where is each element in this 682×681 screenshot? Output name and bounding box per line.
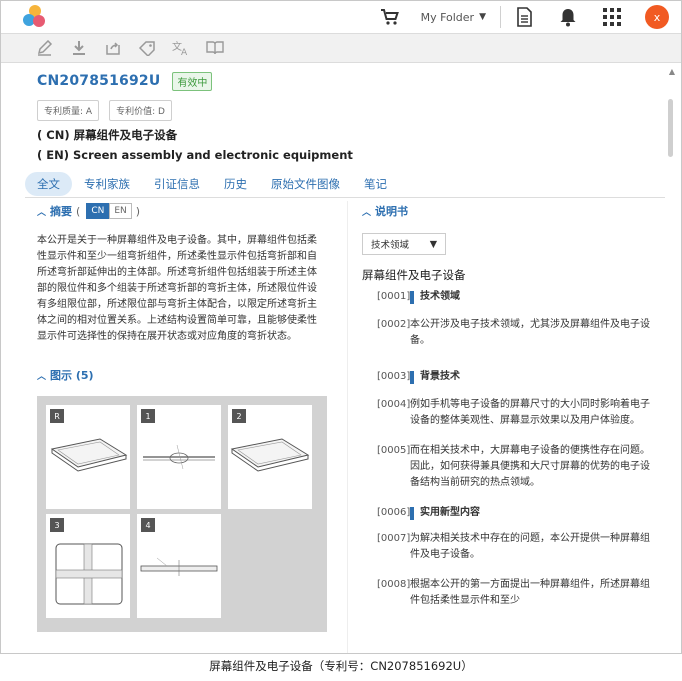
tab-original-images[interactable]: 原始文件图像 bbox=[259, 172, 352, 196]
paragraph-number: [0008] bbox=[377, 579, 411, 590]
translate-icon[interactable]: 文A bbox=[171, 38, 191, 58]
paragraph-number: [0005] bbox=[377, 445, 411, 456]
chevron-down-icon: ▼ bbox=[429, 238, 437, 250]
paragraph-heading: 技术领域 bbox=[420, 291, 460, 302]
chevron-up-icon: ︿ bbox=[37, 371, 47, 382]
paragraph-number: [0004] bbox=[377, 399, 411, 410]
spec-paragraph: [0007] 为解决相关技术中存在的问题，本公开提供一种屏幕组件及电子设备。 bbox=[362, 531, 652, 563]
title-cn: ( CN) 屏幕组件及电子设备 bbox=[37, 128, 178, 142]
spec-paragraph: [0003] 背景技术 bbox=[362, 369, 652, 385]
figure-thumb[interactable]: 2 bbox=[228, 405, 312, 509]
spec-paragraph: [0001] 技术领域 bbox=[362, 289, 652, 305]
my-folder-dropdown[interactable]: My Folder ▼ bbox=[421, 11, 486, 24]
figure-grid: R 1 2 3 4 bbox=[37, 396, 327, 632]
paragraph-heading: 实用新型内容 bbox=[420, 507, 480, 518]
tab-history[interactable]: 历史 bbox=[212, 172, 259, 196]
bell-icon[interactable] bbox=[557, 6, 579, 28]
section-select[interactable]: 技术领域 ▼ bbox=[362, 233, 446, 255]
title-en: ( EN) Screen assembly and electronic equ… bbox=[37, 148, 353, 162]
figure-caption: 屏幕组件及电子设备（专利号：CN207851692U） bbox=[209, 659, 473, 673]
scroll-up-icon[interactable]: ▲ bbox=[669, 67, 675, 76]
paragraph-number: [0003] bbox=[377, 371, 411, 382]
app-window: My Folder ▼ x 文 A CN207851692U 有效中 专利质量:… bbox=[0, 0, 682, 654]
patent-value-chip[interactable]: 专利价值: D bbox=[109, 100, 172, 121]
my-folder-label: My Folder bbox=[420, 10, 475, 24]
chevron-up-icon: ︿ bbox=[362, 207, 372, 218]
chevron-down-icon: ▼ bbox=[479, 12, 486, 22]
lang-cn-button[interactable]: CN bbox=[86, 203, 110, 219]
spec-header[interactable]: ︿ 说明书 bbox=[362, 201, 652, 221]
tab-patent-family[interactable]: 专利家族 bbox=[72, 172, 142, 196]
spec-paragraph: [0004] 例如手机等电子设备的屏幕尺寸的大小同时影响着电子设备的整体美观性、… bbox=[362, 397, 652, 429]
spec-paragraph: [0002] 本公开涉及电子技术领域，尤其涉及屏幕组件及电子设备。 bbox=[362, 317, 652, 349]
section-marker bbox=[410, 290, 414, 304]
patent-number: CN207851692U bbox=[37, 73, 161, 89]
svg-text:A: A bbox=[181, 48, 188, 56]
spec-title: 屏幕组件及电子设备 bbox=[362, 268, 466, 282]
paren-open: ( bbox=[76, 204, 81, 218]
paragraph-text: 而在相关技术中，大屏幕电子设备的便携性存在问题。因此，如何获得兼具便携和大尺寸屏… bbox=[410, 445, 650, 488]
divider bbox=[500, 6, 501, 28]
top-bar: My Folder ▼ x bbox=[1, 1, 681, 34]
tab-bar: 全文 专利家族 引证信息 历史 原始文件图像 笔记 bbox=[25, 170, 665, 198]
left-column: ︿ 摘要 ( CN EN ) 本公开是关于一种屏幕组件及电子设备。其中，屏幕组件… bbox=[37, 201, 329, 632]
paragraph-number: [0007] bbox=[377, 533, 411, 544]
share-icon[interactable] bbox=[103, 38, 123, 58]
pen-icon[interactable] bbox=[35, 38, 55, 58]
tool-strip: 文A bbox=[1, 34, 681, 63]
figure-thumb[interactable]: 3 bbox=[46, 514, 130, 618]
user-avatar[interactable]: x bbox=[645, 5, 669, 29]
paragraph-text: 根据本公开的第一方面提出一种屏幕组件，所述屏幕组件包括柔性显示件和至少 bbox=[410, 579, 650, 606]
spec-paragraph: [0005] 而在相关技术中，大屏幕电子设备的便携性存在问题。因此，如何获得兼具… bbox=[362, 443, 652, 491]
figure-thumb[interactable]: R bbox=[46, 405, 130, 509]
tab-citations[interactable]: 引证信息 bbox=[142, 172, 212, 196]
paragraph-text: 例如手机等电子设备的屏幕尺寸的大小同时影响着电子设备的整体美观性、屏幕显示效果以… bbox=[410, 399, 650, 426]
status-badge: 有效中 bbox=[172, 71, 213, 91]
tab-fulltext[interactable]: 全文 bbox=[25, 171, 72, 196]
download-icon[interactable] bbox=[69, 38, 89, 58]
paren-close: ) bbox=[135, 204, 141, 218]
paragraph-text: 本公开涉及电子技术领域，尤其涉及屏幕组件及电子设备。 bbox=[410, 319, 650, 346]
spec-paragraph: [0008] 根据本公开的第一方面提出一种屏幕组件，所述屏幕组件包括柔性显示件和… bbox=[362, 577, 652, 609]
scrollbar-thumb[interactable] bbox=[668, 99, 673, 157]
right-column: ︿ 说明书 技术领域 ▼ 屏幕组件及电子设备 [0001] 技术领域 [0002… bbox=[362, 201, 652, 609]
paragraph-heading: 背景技术 bbox=[420, 371, 460, 382]
section-marker bbox=[410, 506, 414, 520]
section-marker bbox=[410, 370, 414, 384]
tab-notes[interactable]: 笔记 bbox=[352, 172, 399, 196]
patent-header: CN207851692U 有效中 专利质量: A 专利价值: D ( CN) 屏… bbox=[1, 63, 681, 162]
figure-thumb[interactable]: 1 bbox=[137, 405, 221, 509]
paragraph-number: [0002] bbox=[377, 319, 411, 330]
abstract-header[interactable]: ︿ 摘要 ( CN EN ) bbox=[37, 201, 329, 221]
paragraph-number: [0001] bbox=[377, 291, 411, 302]
tag-icon[interactable] bbox=[137, 38, 157, 58]
apps-grid-icon[interactable] bbox=[601, 6, 623, 28]
spec-heading: 说明书 bbox=[375, 205, 409, 218]
language-toggle: CN EN bbox=[86, 203, 132, 219]
app-logo-icon[interactable] bbox=[21, 4, 47, 30]
abstract-text: 本公开是关于一种屏幕组件及电子设备。其中，屏幕组件包括柔性显示件和至少一组弯折组… bbox=[37, 235, 317, 342]
abstract-heading: 摘要 bbox=[50, 205, 73, 218]
document-icon[interactable] bbox=[513, 6, 535, 28]
content-area: ︿ 摘要 ( CN EN ) 本公开是关于一种屏幕组件及电子设备。其中，屏幕组件… bbox=[1, 201, 681, 653]
lang-en-button[interactable]: EN bbox=[109, 203, 132, 219]
figures-header[interactable]: ︿ 图示 (5) bbox=[37, 365, 329, 385]
figure-thumb[interactable]: 4 bbox=[137, 514, 221, 618]
figures-heading: 图示 (5) bbox=[50, 369, 94, 382]
book-icon[interactable] bbox=[205, 38, 225, 58]
section-select-value: 技术领域 bbox=[371, 240, 410, 251]
patent-quality-chip[interactable]: 专利质量: A bbox=[37, 100, 100, 121]
spec-paragraph: [0006] 实用新型内容 bbox=[362, 505, 652, 521]
cart-icon[interactable] bbox=[379, 7, 401, 27]
paragraph-text: 为解决相关技术中存在的问题，本公开提供一种屏幕组件及电子设备。 bbox=[410, 533, 650, 560]
paragraph-number: [0006] bbox=[377, 507, 411, 518]
chevron-up-icon: ︿ bbox=[37, 207, 47, 218]
